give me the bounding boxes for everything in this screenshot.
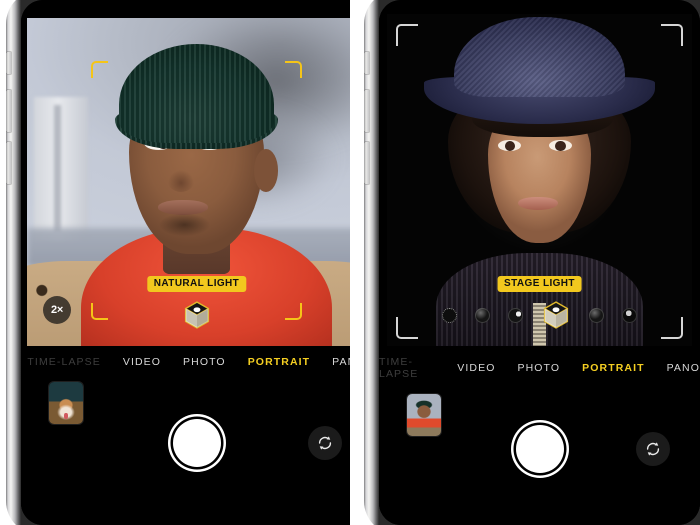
shutter-button[interactable] bbox=[172, 418, 221, 467]
phone-right-screen-bezel: STAGE LIGHT TIME-LAPSE VIDEO PHOTO PORTR… bbox=[379, 0, 700, 525]
mute-switch-button[interactable] bbox=[364, 52, 369, 74]
ear bbox=[254, 149, 278, 192]
tab-time-lapse[interactable]: TIME-LAPSE bbox=[379, 356, 435, 380]
viewfinder-right[interactable]: STAGE LIGHT bbox=[387, 14, 692, 346]
lighting-option-studio-light[interactable] bbox=[475, 307, 490, 323]
dog-photo-thumbnail-image bbox=[49, 382, 83, 424]
volume-up-button[interactable] bbox=[364, 90, 369, 132]
nose bbox=[165, 162, 197, 192]
tab-video[interactable]: VIDEO bbox=[123, 356, 161, 368]
photo-library-thumbnail[interactable] bbox=[407, 394, 441, 436]
lighting-effect-dial-right[interactable] bbox=[387, 300, 692, 330]
lighting-effect-dial-left[interactable] bbox=[27, 300, 350, 330]
viewfinder-left[interactable]: 2× NATURAL LIGHT bbox=[27, 18, 350, 346]
shutter-bar-right bbox=[379, 386, 700, 525]
portrait-lighting-cube-icon[interactable] bbox=[541, 300, 571, 330]
man-photo-thumbnail-image bbox=[407, 394, 441, 436]
tab-pano[interactable]: PANO bbox=[667, 362, 700, 374]
lighting-option-high-key-mono[interactable] bbox=[622, 307, 637, 323]
mute-switch-button[interactable] bbox=[6, 52, 11, 74]
building-blur bbox=[33, 96, 88, 242]
camera-app-screen-right: STAGE LIGHT TIME-LAPSE VIDEO PHOTO PORTR… bbox=[379, 0, 700, 525]
camera-app-screen-left: 2× NATURAL LIGHT TIME-LAPSE VIDEO PHOTO … bbox=[21, 0, 350, 525]
volume-down-button[interactable] bbox=[364, 142, 369, 184]
phone-left-frame: 2× NATURAL LIGHT TIME-LAPSE VIDEO PHOTO … bbox=[6, 0, 350, 525]
tab-video[interactable]: VIDEO bbox=[457, 362, 495, 374]
lighting-option-stage-light-mono[interactable] bbox=[589, 307, 604, 323]
tab-portrait[interactable]: PORTRAIT bbox=[582, 362, 644, 374]
phone-left: 2× NATURAL LIGHT TIME-LAPSE VIDEO PHOTO … bbox=[0, 0, 350, 525]
flip-camera-button[interactable] bbox=[636, 431, 670, 466]
portrait-lighting-cube-icon[interactable] bbox=[182, 300, 212, 330]
flip-camera-button[interactable] bbox=[308, 425, 342, 460]
tab-portrait[interactable]: PORTRAIT bbox=[248, 356, 310, 368]
tab-photo[interactable]: PHOTO bbox=[517, 362, 560, 374]
tab-photo[interactable]: PHOTO bbox=[183, 356, 226, 368]
lighting-effect-badge: STAGE LIGHT bbox=[497, 275, 582, 292]
phone-left-screen-bezel: 2× NATURAL LIGHT TIME-LAPSE VIDEO PHOTO … bbox=[21, 0, 350, 525]
comparison-screenshot: 2× NATURAL LIGHT TIME-LAPSE VIDEO PHOTO … bbox=[0, 0, 700, 525]
lighting-option-contour-light[interactable] bbox=[508, 307, 523, 323]
camera-mode-tabs-right[interactable]: TIME-LAPSE VIDEO PHOTO PORTRAIT PANO bbox=[379, 346, 700, 386]
camera-flip-icon bbox=[646, 441, 660, 456]
photo-library-thumbnail[interactable] bbox=[49, 382, 83, 424]
shutter-button[interactable] bbox=[515, 424, 564, 473]
tab-time-lapse[interactable]: TIME-LAPSE bbox=[27, 356, 100, 368]
tab-pano[interactable]: PANO bbox=[332, 356, 350, 368]
phone-right-frame: STAGE LIGHT TIME-LAPSE VIDEO PHOTO PORTR… bbox=[364, 0, 700, 525]
volume-down-button[interactable] bbox=[6, 142, 11, 184]
lighting-option-natural-light[interactable] bbox=[442, 307, 457, 323]
volume-up-button[interactable] bbox=[6, 90, 11, 132]
portrait-preview-man bbox=[27, 18, 350, 346]
lips bbox=[518, 196, 558, 210]
shutter-bar-left bbox=[21, 374, 350, 525]
portrait-preview-woman bbox=[387, 14, 692, 346]
lighting-effect-badge: NATURAL LIGHT bbox=[146, 275, 247, 292]
phone-right: STAGE LIGHT TIME-LAPSE VIDEO PHOTO PORTR… bbox=[350, 0, 700, 525]
camera-mode-tabs-left[interactable]: TIME-LAPSE VIDEO PHOTO PORTRAIT PANO bbox=[21, 346, 350, 374]
camera-flip-icon bbox=[318, 435, 332, 450]
beard-stubble bbox=[149, 211, 221, 245]
